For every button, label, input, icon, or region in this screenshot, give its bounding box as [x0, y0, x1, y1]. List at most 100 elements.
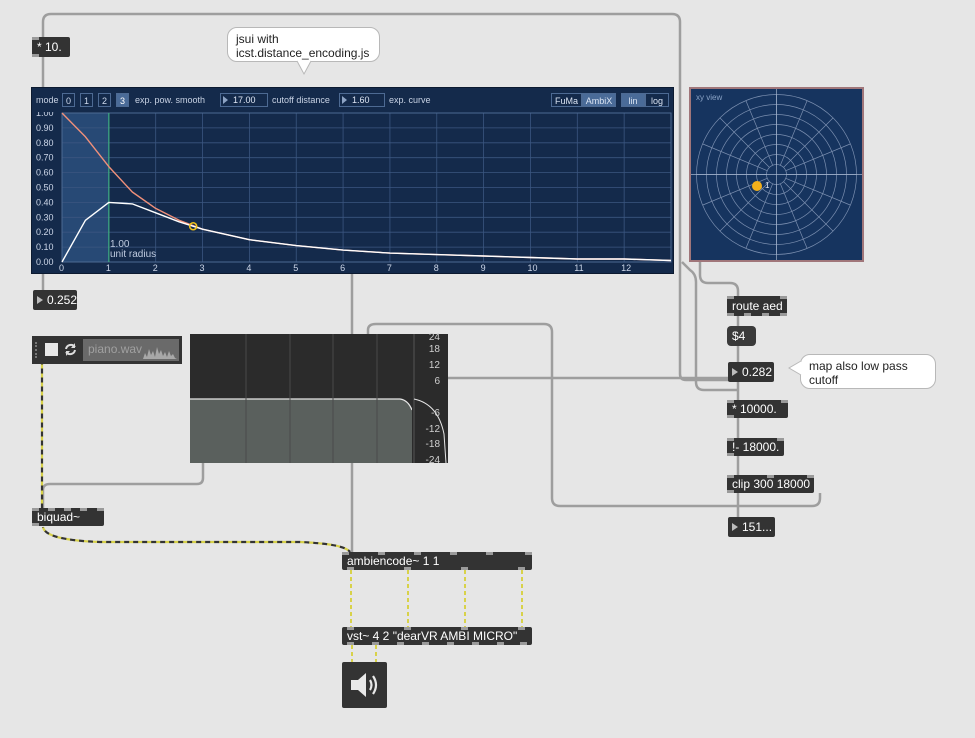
x-tick-label: 8 [434, 263, 439, 273]
route-aed-object[interactable]: route aed [727, 296, 787, 316]
exp-curve-label: exp. curve [389, 95, 431, 105]
dac-speaker-button[interactable] [342, 662, 387, 708]
speaker-icon [351, 673, 378, 697]
source-point-label: 1 [765, 181, 770, 190]
polar-spoke [780, 100, 808, 166]
log-toggle[interactable]: log [645, 93, 669, 107]
object-text: * 10000. [732, 402, 777, 416]
cutoff-distance-label: cutoff distance [272, 95, 330, 105]
mode-0-button[interactable]: 0 [62, 93, 75, 107]
unit-radius-annotation: 1.00 unit radius [110, 240, 156, 260]
route-number-box[interactable]: 0.282 [728, 362, 774, 382]
tick-minus-18: -18 [425, 439, 440, 450]
distance-number-box[interactable]: 0.252 [33, 290, 77, 310]
multiply-10000-object[interactable]: * 10000. [727, 400, 788, 418]
distance-encoding-jsui[interactable]: mode 0 1 2 3 exp. pow. smooth 17.00 cuto… [31, 87, 674, 274]
x-tick-label: 3 [200, 263, 205, 273]
jsui-comment: jsui with icst.distance_encoding.js [227, 27, 380, 62]
tick-18: 18 [428, 344, 440, 355]
tick-minus-6: -6 [431, 408, 440, 419]
object-text: !- 18000. [732, 440, 780, 454]
object-text: vst~ 4 2 "dearVR AMBI MICRO" [347, 629, 518, 643]
comment-line-1: map also low pass [809, 359, 908, 373]
comment-line-2: icst.distance_encoding.js [236, 46, 370, 60]
gain-curve [61, 112, 672, 262]
source-point[interactable] [752, 181, 762, 191]
polar-spoke [745, 100, 773, 166]
comment-line-1: jsui with [236, 32, 279, 46]
x-tick-label: 6 [340, 263, 345, 273]
y-tick-label: 0.20 [36, 227, 54, 237]
tick-minus-12: -12 [425, 424, 440, 435]
tick-24: 24 [428, 332, 440, 343]
x-tick-label: 11 [574, 263, 583, 273]
multiply-10-object[interactable]: * 10. [32, 37, 70, 57]
x-tick-label: 7 [387, 263, 392, 273]
x-tick-label: 1 [106, 263, 111, 273]
x-tick-label: 10 [527, 263, 537, 273]
tick-6: 6 [434, 376, 440, 387]
message-text: $4 [732, 329, 746, 343]
y-tick-label: 0.50 [36, 183, 54, 193]
polar-spoke [783, 181, 834, 232]
polar-grid [691, 89, 862, 260]
unit-radius-label: unit radius [110, 249, 157, 260]
exp-curve-number[interactable]: 1.60 [339, 93, 385, 107]
drag-handle[interactable] [35, 342, 40, 358]
comment-line-2: cutoff [809, 373, 839, 387]
ambiencode-object[interactable]: ambiencode~ 1 1 [342, 552, 532, 570]
polar-spoke [783, 117, 834, 168]
filter-response-plot [190, 334, 448, 463]
x-tick-label: 4 [246, 263, 251, 273]
jsui-toolbar: mode 0 1 2 3 exp. pow. smooth 17.00 cuto… [32, 88, 673, 112]
object-text: clip 300 18000 [732, 477, 811, 491]
cutoff-frequency-number[interactable]: 151... [728, 517, 775, 537]
polar-spoke [702, 143, 768, 171]
reverse-minus-object[interactable]: !- 18000. [727, 438, 784, 456]
fuma-toggle[interactable]: FuMa [551, 93, 582, 107]
cutoff-value: 17.00 [233, 95, 256, 105]
polar-spoke [780, 183, 808, 249]
mode-3-button[interactable]: 3 [116, 93, 129, 107]
polar-spoke [719, 181, 770, 232]
xy-view-panel[interactable]: xy view 1 [689, 87, 864, 262]
x-tick-label: 5 [293, 263, 298, 273]
polar-spoke [785, 143, 851, 171]
clip-filename: piano.wav [88, 342, 143, 356]
vst-object[interactable]: vst~ 4 2 "dearVR AMBI MICRO" [342, 627, 532, 645]
polar-spoke [719, 117, 770, 168]
x-tick-label: 0 [59, 263, 64, 273]
x-tick-label: 9 [481, 263, 486, 273]
x-tick-label: 2 [153, 263, 158, 273]
stop-icon[interactable] [45, 343, 58, 356]
polar-spoke [745, 183, 773, 249]
dollar4-message[interactable]: $4 [727, 326, 756, 346]
object-text: * 10. [37, 40, 62, 54]
y-tick-label: 0.10 [36, 242, 54, 252]
lin-toggle[interactable]: lin [621, 93, 645, 107]
y-tick-label: 1.00 [36, 112, 54, 118]
mode-2-button[interactable]: 2 [98, 93, 111, 107]
y-tick-label: 0.70 [36, 153, 54, 163]
y-tick-label: 0.40 [36, 197, 54, 207]
waveform-clip[interactable]: piano.wav [83, 339, 179, 361]
biquad-object[interactable]: biquad~ [32, 508, 104, 526]
loop-icon[interactable] [63, 342, 78, 357]
number-value: 0.282 [742, 365, 773, 379]
playlist-player[interactable]: piano.wav [32, 336, 182, 364]
tick-minus-24: -24 [425, 455, 440, 466]
object-text: route aed [732, 299, 783, 313]
cutoff-distance-number[interactable]: 17.00 [220, 93, 268, 107]
filter-graph[interactable]: 24 18 12 6 -6 -12 -18 -24 [190, 332, 448, 466]
object-text: biquad~ [37, 510, 81, 524]
y-tick-label: 0.60 [36, 168, 54, 178]
clip-object[interactable]: clip 300 18000 [727, 475, 814, 493]
number-value: 0.252 [47, 293, 78, 307]
y-tick-label: 0.90 [36, 123, 54, 133]
mode-1-button[interactable]: 1 [80, 93, 93, 107]
mode-name-label: exp. pow. smooth [135, 95, 206, 105]
y-tick-label: 0.00 [36, 257, 54, 267]
ambix-toggle[interactable]: AmbiX [582, 93, 616, 107]
number-value: 151... [742, 520, 773, 534]
x-tick-label: 12 [621, 263, 631, 273]
